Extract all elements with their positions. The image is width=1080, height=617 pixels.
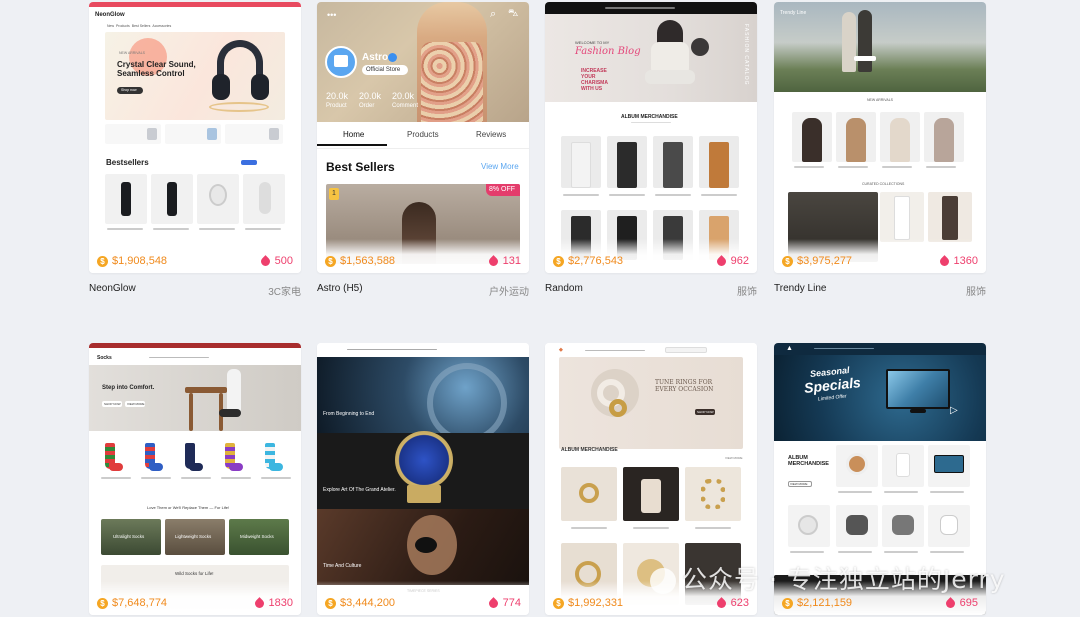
template-card-socks[interactable]: Socks Step into Comfort. SHOP NOW VIEW M…	[89, 343, 301, 615]
template-category: 服饰	[737, 287, 757, 298]
template-preview: NeonGlow New Products Best Sellers Acces…	[89, 2, 301, 273]
price-tag: $ $1,908,548	[97, 255, 167, 267]
flame-icon	[486, 596, 500, 610]
preview-hero-title: TUNE RINGS FOR EVERY OCCASION	[655, 379, 714, 393]
dollar-coin-icon: $	[97, 597, 108, 609]
likes-count: 1360	[937, 254, 978, 268]
template-category: 服饰	[966, 287, 986, 298]
preview-brand: NeonGlow	[95, 12, 125, 18]
likes-count: 774	[486, 596, 521, 610]
template-name[interactable]: Astro (H5)	[317, 283, 363, 298]
flame-icon	[714, 254, 728, 268]
price-tag: $ $3,444,200	[325, 597, 395, 609]
flame-icon	[714, 596, 728, 610]
template-preview: Socks Step into Comfort. SHOP NOW VIEW M…	[89, 343, 301, 615]
template-preview: From Beginning to End Explore Art Of The…	[317, 343, 529, 615]
tab-reviews[interactable]: Reviews	[476, 130, 506, 139]
template-stats: $ $3,444,200 774	[317, 581, 529, 615]
more-icon[interactable]: •••	[327, 10, 336, 20]
template-stats: $ $1,908,548 500	[89, 239, 301, 273]
flame-icon	[937, 254, 951, 268]
template-stats: $ $2,776,543 962	[545, 239, 757, 273]
dollar-coin-icon: $	[325, 255, 336, 267]
price-tag: $ $3,975,277	[782, 255, 852, 267]
likes-count: 695	[943, 596, 978, 610]
likes-count: 623	[714, 596, 749, 610]
store-name: Astro	[362, 52, 389, 63]
price-tag: $ $1,992,331	[553, 597, 623, 609]
dollar-coin-icon: $	[325, 597, 336, 609]
template-card-trendy-line[interactable]: Trendy Line NEW ARRIVALS CURATED COLLECT…	[774, 2, 986, 273]
template-stats: $ $7,648,774 1830	[89, 581, 301, 615]
template-card-astro[interactable]: ••• ⌕ ⛍ Astro Official Store 20.0k Produ…	[317, 2, 529, 273]
price-tag: $ $1,563,588	[325, 255, 395, 267]
template-name[interactable]: Random	[545, 283, 583, 298]
likes-count: 1830	[252, 596, 293, 610]
dollar-coin-icon: $	[553, 255, 564, 267]
likes-count: 500	[258, 254, 293, 268]
tab-home[interactable]: Home	[343, 130, 364, 139]
search-icon[interactable]: ⌕	[490, 8, 496, 21]
preview-section-title: Best Sellers	[326, 160, 395, 174]
dollar-coin-icon: $	[553, 597, 564, 609]
preview-blog-title: Fashion Blog	[575, 46, 641, 57]
template-caption: NeonGlow 3C家电	[89, 283, 301, 298]
likes-count: 131	[486, 254, 521, 268]
template-stats: $ $1,563,588 131	[317, 239, 529, 273]
discount-badge: 8% OFF	[489, 186, 516, 193]
preview-section-title: ALBUM MERCHANDISE	[621, 114, 678, 120]
preview-section-title: ALBUM MERCHANDISE	[788, 455, 829, 467]
template-card-neonglow[interactable]: NeonGlow New Products Best Sellers Acces…	[89, 2, 301, 273]
price-tag: $ $7,648,774	[97, 597, 167, 609]
preview-logo: ◆	[559, 347, 563, 353]
flame-icon	[486, 254, 500, 268]
cart-icon[interactable]: ⛍	[508, 8, 518, 21]
dollar-coin-icon: $	[782, 597, 793, 609]
preview-hero-title: Crystal Clear Sound, Seamless Control	[117, 60, 196, 78]
template-card-watches[interactable]: From Beginning to End Explore Art Of The…	[317, 343, 529, 615]
preview-hero-title: Step into Comfort.	[102, 385, 155, 391]
template-caption: Astro (H5) 户外运动	[317, 283, 529, 298]
template-name[interactable]: NeonGlow	[89, 283, 136, 298]
likes-count: 962	[714, 254, 749, 268]
template-preview: Trendy Line NEW ARRIVALS CURATED COLLECT…	[774, 2, 986, 273]
template-caption: Trendy Line 服饰	[774, 283, 986, 298]
template-category: 户外运动	[489, 287, 529, 298]
preview-section-title: Bestsellers	[106, 158, 149, 167]
template-category: 3C家电	[268, 287, 301, 298]
template-preview: WELCOME TO MY Fashion Blog INCREASE YOUR…	[545, 2, 757, 273]
dollar-coin-icon: $	[97, 255, 108, 267]
view-more-link[interactable]: View More	[481, 162, 519, 171]
preview-logo: ▲	[786, 345, 793, 352]
play-icon[interactable]: ▷	[950, 405, 958, 416]
store-badge: Official Store	[366, 67, 401, 73]
price-tag: $ $2,776,543	[553, 255, 623, 267]
template-card-random[interactable]: WELCOME TO MY Fashion Blog INCREASE YOUR…	[545, 2, 757, 273]
watermark: 公众号 · 专注独立站的Jerry	[650, 560, 1006, 596]
flame-icon	[252, 596, 266, 610]
preview-section-title: ALBUM MERCHANDISE	[561, 447, 618, 453]
template-caption: Random 服饰	[545, 283, 757, 298]
wechat-icon	[650, 568, 676, 594]
preview-nav: New Products Best Sellers Accessories	[107, 24, 172, 28]
template-preview: ••• ⌕ ⛍ Astro Official Store 20.0k Produ…	[317, 2, 529, 273]
template-name[interactable]: Trendy Line	[774, 283, 826, 298]
tab-products[interactable]: Products	[407, 130, 439, 139]
dollar-coin-icon: $	[782, 255, 793, 267]
flame-icon	[258, 254, 272, 268]
template-stats: $ $3,975,277 1360	[774, 239, 986, 273]
price-tag: $ $2,121,159	[782, 597, 852, 609]
flame-icon	[943, 596, 957, 610]
